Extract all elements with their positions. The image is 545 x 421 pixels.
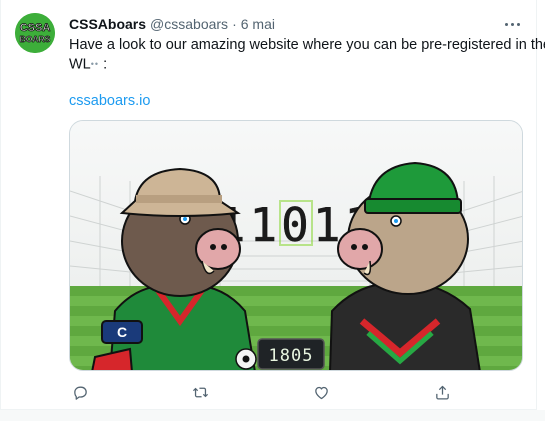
- separator-dot: ·: [232, 16, 237, 32]
- share-button[interactable]: [431, 381, 453, 403]
- eyes-emoji-icon: ••: [90, 59, 100, 69]
- tweet[interactable]: CSSA BOARS CSSAboars @cssaboars · 6 mai …: [1, 0, 545, 409]
- reply-icon: [73, 386, 87, 400]
- tweet-text-wl: WL: [69, 56, 91, 73]
- media-illustration: 11011 C 1805: [70, 121, 522, 370]
- heart-icon: [314, 386, 328, 399]
- tweet-actions: [69, 381, 529, 403]
- retweet-button[interactable]: [189, 381, 211, 403]
- tweet-header: CSSAboars @cssaboars · 6 mai: [69, 14, 275, 34]
- timeline-border-right: [536, 0, 537, 421]
- share-icon: [435, 385, 449, 400]
- captain-armband: C: [117, 324, 127, 340]
- timeline-background: [0, 410, 545, 421]
- author-name[interactable]: CSSAboars: [69, 16, 146, 32]
- tweet-text-line-2: WL•• :: [69, 55, 529, 74]
- scoreboard-time: 1805: [269, 346, 314, 366]
- tweet-text-colon: :: [99, 56, 108, 73]
- avatar-logo: CSSA BOARS: [15, 13, 55, 53]
- tweet-text: Have a look to our amazing website where…: [69, 36, 545, 74]
- reply-button[interactable]: [69, 381, 91, 403]
- avatar-text-bottom: BOARS: [20, 34, 51, 44]
- more-icon[interactable]: [501, 16, 523, 32]
- scoreboard-display: 1805: [257, 338, 325, 370]
- avatar-text-top: CSSA: [20, 22, 51, 34]
- author-handle[interactable]: @cssaboars: [150, 16, 228, 32]
- website-link[interactable]: cssaboars.io: [69, 92, 150, 111]
- tweet-text-line-1: Have a look to our amazing website where…: [69, 37, 545, 53]
- tweet-media-image[interactable]: 11011 C 1805: [69, 120, 523, 371]
- like-button[interactable]: [310, 381, 332, 403]
- retweet-icon: [192, 387, 208, 397]
- tweet-timestamp[interactable]: 6 mai: [241, 16, 275, 32]
- avatar[interactable]: CSSA BOARS: [15, 13, 55, 53]
